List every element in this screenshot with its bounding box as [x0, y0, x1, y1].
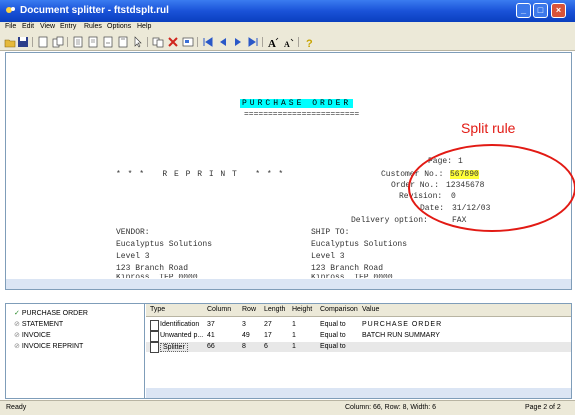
page-indicator: Page 2 of 2 — [525, 404, 561, 411]
window-title: Document splitter - ftstdsplt.rul — [20, 5, 169, 16]
rule-details-grid: Type Column Row Length Height Comparison… — [146, 304, 571, 398]
open-icon[interactable] — [4, 36, 16, 48]
shipto-line: 123 Branch Road — [311, 264, 384, 273]
vendor-line: Kinross TFP 0000 — [116, 274, 198, 278]
copy-icon[interactable] — [152, 36, 164, 48]
table-row[interactable]: Identification 37 3 27 1 Equal to PURCHA… — [146, 320, 571, 331]
vendor-label: VENDOR: — [116, 228, 150, 237]
title-bar: Document splitter - ftstdsplt.rul _ □ × — [0, 0, 575, 22]
close-button[interactable]: × — [551, 3, 566, 18]
toolbar: A A ? — [0, 35, 575, 51]
shipto-line: Kinross TFP 0000 — [311, 274, 393, 278]
document-icon — [150, 342, 159, 353]
document-icon — [150, 331, 159, 342]
shipto-line: Eucalyptus Solutions — [311, 240, 408, 249]
vendor-line: Eucalyptus Solutions — [116, 240, 213, 249]
svg-text:A: A — [284, 40, 290, 48]
app-icon[interactable] — [4, 4, 17, 17]
maximize-icon: □ — [537, 5, 544, 15]
rule-item[interactable]: ⊘ INVOICE REPRINT — [14, 342, 83, 350]
header-type[interactable]: Type — [150, 306, 165, 313]
header-column[interactable]: Column — [207, 306, 231, 313]
page4-icon[interactable] — [117, 36, 129, 48]
disabled-icon: ⊘ — [14, 332, 20, 339]
minimize-icon: _ — [520, 5, 526, 15]
next-icon[interactable] — [232, 36, 244, 48]
rules-panel: ✓ PURCHASE ORDER ⊘ STATEMENT ⊘ INVOICE ⊘… — [5, 303, 572, 399]
rule-item[interactable]: ✓ PURCHASE ORDER — [14, 309, 88, 317]
grid-header: Type Column Row Length Height Comparison… — [146, 304, 571, 317]
disabled-icon: ⊘ — [14, 321, 20, 328]
checkmark-icon: ✓ — [14, 310, 20, 317]
vendor-line: Level 3 — [116, 252, 150, 261]
document-title: PURCHASE ORDER — [240, 99, 354, 108]
delivery-label: Delivery option: — [351, 216, 428, 225]
reprint-banner: * * * R E P R I N T * * * — [116, 170, 285, 179]
first-icon[interactable] — [202, 36, 214, 48]
svg-text:?: ? — [306, 38, 313, 48]
toolbar-separator — [262, 37, 263, 47]
toolbar-separator — [32, 37, 33, 47]
status-text: Ready — [6, 404, 27, 411]
disabled-icon: ⊘ — [14, 343, 20, 350]
svg-text:A: A — [268, 38, 276, 48]
table-row[interactable]: Splitter 66 8 6 1 Equal to — [146, 342, 571, 353]
page3-icon[interactable] — [102, 36, 114, 48]
font-larger-icon[interactable]: A — [267, 36, 279, 48]
header-row[interactable]: Row — [242, 306, 256, 313]
rule-list: ✓ PURCHASE ORDER ⊘ STATEMENT ⊘ INVOICE ⊘… — [6, 304, 145, 398]
split-rule-highlight — [408, 144, 575, 232]
menu-view[interactable]: View — [40, 23, 55, 30]
shipto-label: SHIP TO: — [311, 228, 350, 237]
status-bar: Ready Column: 66, Row: 8, Width: 6 Page … — [0, 400, 575, 415]
toolbar-separator — [147, 37, 148, 47]
layout-icon[interactable] — [182, 36, 194, 48]
minimize-button[interactable]: _ — [516, 3, 531, 18]
font-smaller-icon[interactable]: A — [282, 36, 294, 48]
page-icon[interactable] — [72, 36, 84, 48]
cursor-icon[interactable] — [132, 36, 144, 48]
rule-item[interactable]: ⊘ INVOICE — [14, 331, 51, 339]
vendor-line: 123 Branch Road — [116, 264, 189, 273]
menu-help[interactable]: Help — [137, 23, 151, 30]
split-rule-annotation: Split rule — [461, 120, 516, 136]
cursor-position: Column: 66, Row: 8, Width: 6 — [345, 404, 437, 411]
toolbar-separator — [67, 37, 68, 47]
header-height[interactable]: Height — [292, 306, 312, 313]
prev-icon[interactable] — [217, 36, 229, 48]
help-icon[interactable]: ? — [303, 36, 315, 48]
header-length[interactable]: Length — [264, 306, 285, 313]
shipto-line: Level 3 — [311, 252, 345, 261]
copy-page-icon[interactable] — [52, 36, 64, 48]
grid-scrollbar[interactable] — [146, 388, 571, 398]
delete-icon[interactable] — [167, 36, 179, 48]
maximize-button[interactable]: □ — [533, 3, 548, 18]
header-comparison[interactable]: Comparison — [320, 306, 358, 313]
page2-icon[interactable] — [87, 36, 99, 48]
toolbar-separator — [197, 37, 198, 47]
menu-options[interactable]: Options — [107, 23, 131, 30]
table-row[interactable]: Unwanted p... 41 49 17 1 Equal to BATCH … — [146, 331, 571, 342]
menu-rules[interactable]: Rules — [84, 23, 102, 30]
title-underline: ======================== — [244, 110, 360, 119]
save-icon[interactable] — [17, 36, 29, 48]
header-value[interactable]: Value — [362, 306, 379, 313]
document-icon — [150, 320, 159, 331]
rule-item[interactable]: ⊘ STATEMENT — [14, 320, 63, 328]
menu-edit[interactable]: Edit — [22, 23, 34, 30]
toolbar-separator — [298, 37, 299, 47]
last-icon[interactable] — [247, 36, 259, 48]
close-icon: × — [555, 5, 562, 15]
new-page-icon[interactable] — [37, 36, 49, 48]
menu-entry[interactable]: Entry — [60, 23, 76, 30]
document-view[interactable]: PURCHASE ORDER ======================== … — [5, 52, 575, 290]
horizontal-scrollbar[interactable] — [6, 279, 571, 289]
menu-file[interactable]: File — [5, 23, 16, 30]
menu-bar: File Edit View Entry Rules Options Help — [0, 22, 575, 35]
